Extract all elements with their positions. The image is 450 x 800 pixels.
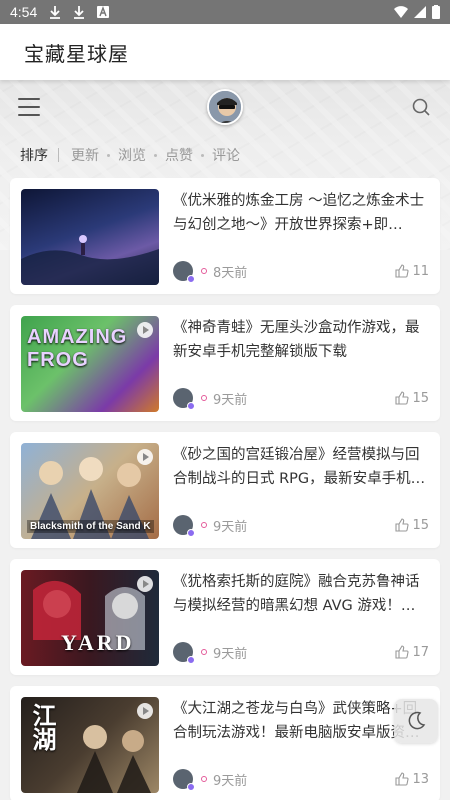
post-meta: 9天前 15: [173, 515, 429, 537]
avatar-image: [209, 91, 241, 123]
post-info: 《神奇青蛙》无厘头沙盒动作游戏，最新安卓手机完整解锁版下载 9天前 15: [159, 316, 429, 410]
post-title[interactable]: 《犹格索托斯的庭院》融合克苏鲁神话与模拟经营的暗黑幻想 AVG 游戏！…: [173, 570, 429, 618]
thumbnail-caption: Blacksmith of the Sand K: [27, 520, 154, 533]
post-time: 9天前: [213, 773, 248, 789]
post-thumbnail[interactable]: [21, 189, 159, 285]
post-card[interactable]: Blacksmith of the Sand K 《砂之国的宫廷锻冶屋》经营模拟…: [10, 432, 440, 548]
post-card[interactable]: YARD 《犹格索托斯的庭院》融合克苏鲁神话与模拟经营的暗黑幻想 AVG 游戏！…: [10, 559, 440, 675]
verified-badge-icon: [187, 783, 195, 791]
thumbs-up-icon: [395, 772, 410, 786]
post-meta: 9天前 17: [173, 642, 429, 664]
post-meta: 9天前 15: [173, 388, 429, 410]
night-mode-button[interactable]: [394, 699, 438, 743]
post-info: 《优米雅的炼金工房 ～追忆之炼金术士与幻创之地～》开放世界探索+即… 8天前 1…: [159, 189, 429, 283]
post-thumbnail[interactable]: AMAZING FROG: [21, 316, 159, 412]
moon-icon: [408, 711, 426, 730]
post-thumbnail[interactable]: Blacksmith of the Sand K: [21, 443, 159, 539]
author-avatar[interactable]: [173, 642, 195, 664]
like-button[interactable]: 11: [395, 264, 429, 279]
thumbnail-art: [21, 235, 159, 285]
play-icon[interactable]: [137, 576, 153, 592]
status-time: 4:54: [10, 4, 38, 20]
sort-bar: 排序 更新 浏览 点赞 评论: [20, 145, 240, 165]
thumbs-up-icon: [395, 391, 410, 405]
verified-badge-icon: [187, 656, 195, 664]
app-title-bar: 宝藏星球屋: [0, 24, 450, 80]
post-time: 8天前: [213, 265, 248, 281]
wifi-icon: [394, 6, 408, 18]
post-thumbnail[interactable]: 江湖: [21, 697, 159, 793]
post-meta: 8天前 11: [173, 261, 429, 283]
play-icon[interactable]: [137, 703, 153, 719]
verified-badge-icon: [187, 275, 195, 283]
like-count: 15: [412, 390, 429, 406]
post-meta: 9天前 13: [173, 769, 429, 791]
post-feed: 《优米雅的炼金工房 ～追忆之炼金术士与幻创之地～》开放世界探索+即… 8天前 1…: [10, 178, 440, 800]
post-title[interactable]: 《神奇青蛙》无厘头沙盒动作游戏，最新安卓手机完整解锁版下载: [173, 316, 429, 364]
post-title[interactable]: 《优米雅的炼金工房 ～追忆之炼金术士与幻创之地～》开放世界探索+即…: [173, 189, 429, 237]
status-dot-icon: [201, 522, 207, 528]
play-icon[interactable]: [137, 322, 153, 338]
post-title[interactable]: 《大江湖之苍龙与白鸟》武侠策略+回合制玩法游戏！最新电脑版安卓版资…: [173, 697, 429, 745]
verified-badge-icon: [187, 529, 195, 537]
sort-option-views[interactable]: 浏览: [118, 145, 146, 165]
sort-dot: [201, 153, 204, 157]
sort-option-update[interactable]: 更新: [71, 145, 99, 165]
status-dot-icon: [201, 776, 207, 782]
like-button[interactable]: 15: [395, 518, 429, 533]
play-icon[interactable]: [137, 449, 153, 465]
like-count: 11: [412, 263, 429, 279]
top-nav: [0, 86, 450, 128]
author-avatar[interactable]: [173, 261, 195, 283]
thumbs-up-icon: [395, 645, 410, 659]
battery-icon: [432, 5, 440, 19]
download-icon: [74, 6, 85, 19]
sort-dot: [107, 153, 110, 157]
thumbs-up-icon: [395, 518, 410, 532]
status-dot-icon: [201, 395, 207, 401]
signal-icon: [414, 6, 426, 18]
author-avatar[interactable]: [173, 515, 195, 537]
post-title[interactable]: 《砂之国的宫廷锻冶屋》经营模拟与回合制战斗的日式 RPG，最新安卓手机…: [173, 443, 429, 491]
post-info: 《犹格索托斯的庭院》融合克苏鲁神话与模拟经营的暗黑幻想 AVG 游戏！… 9天前…: [159, 570, 429, 664]
sort-active-label[interactable]: 排序: [20, 145, 48, 165]
post-info: 《大江湖之苍龙与白鸟》武侠策略+回合制玩法游戏！最新电脑版安卓版资… 9天前 1…: [159, 697, 429, 791]
download-icon: [50, 6, 61, 19]
thumbs-up-icon: [395, 264, 410, 278]
author-avatar[interactable]: [173, 388, 195, 410]
sort-option-likes[interactable]: 点赞: [165, 145, 193, 165]
status-dot-icon: [201, 268, 207, 274]
site-avatar[interactable]: [207, 89, 243, 125]
like-count: 17: [412, 644, 429, 660]
post-card[interactable]: 江湖 《大江湖之苍龙与白鸟》武侠策略+回合制玩法游戏！最新电脑版安卓版资… 9天…: [10, 686, 440, 800]
like-count: 13: [412, 771, 429, 787]
verified-badge-icon: [187, 402, 195, 410]
sort-divider: [58, 148, 59, 162]
search-icon[interactable]: [410, 96, 432, 118]
post-time: 9天前: [213, 392, 248, 408]
app-notification-icon: [97, 6, 110, 18]
post-info: 《砂之国的宫廷锻冶屋》经营模拟与回合制战斗的日式 RPG，最新安卓手机… 9天前…: [159, 443, 429, 537]
sort-dot: [154, 153, 157, 157]
like-button[interactable]: 13: [395, 772, 429, 787]
post-time: 9天前: [213, 646, 248, 662]
author-avatar[interactable]: [173, 769, 195, 791]
thumbnail-caption: YARD: [61, 630, 135, 655]
post-time: 9天前: [213, 519, 248, 535]
status-dot-icon: [201, 649, 207, 655]
like-button[interactable]: 15: [395, 391, 429, 406]
app-title: 宝藏星球屋: [24, 41, 129, 66]
post-card[interactable]: 《优米雅的炼金工房 ～追忆之炼金术士与幻创之地～》开放世界探索+即… 8天前 1…: [10, 178, 440, 294]
like-button[interactable]: 17: [395, 645, 429, 660]
post-thumbnail[interactable]: YARD: [21, 570, 159, 666]
post-card[interactable]: AMAZING FROG 《神奇青蛙》无厘头沙盒动作游戏，最新安卓手机完整解锁版…: [10, 305, 440, 421]
menu-icon[interactable]: [18, 98, 40, 116]
like-count: 15: [412, 517, 429, 533]
status-bar: 4:54: [0, 0, 450, 24]
sort-option-comments[interactable]: 评论: [212, 145, 240, 165]
